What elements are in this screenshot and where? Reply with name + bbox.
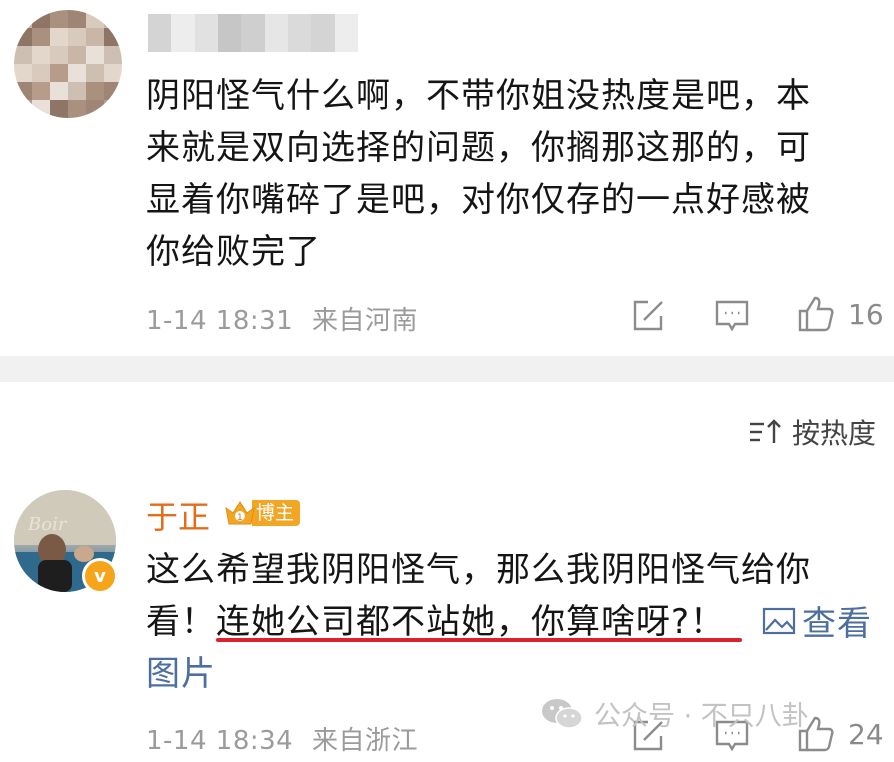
host-badge-label: 博主	[252, 500, 301, 526]
image-icon	[762, 607, 796, 634]
svg-text:1: 1	[237, 513, 243, 523]
like-count: 24	[848, 718, 884, 751]
comment-location: 来自河南	[311, 306, 418, 336]
comment-text: 这么希望我阴阳怪气，那么我阴阳怪气给你 看！连她公司都不站她，你算啥呀?！	[146, 544, 846, 648]
comment-line-prefix: 看！	[146, 602, 216, 642]
verified-badge-icon: v	[82, 558, 118, 594]
comment-location: 来自浙江	[311, 726, 418, 756]
comment-text: 阴阳怪气什么啊，不带你姐没热度是吧，本 来就是双向选择的问题，你搁那这那的，可 …	[146, 70, 846, 278]
like-count: 16	[848, 298, 884, 331]
section-divider	[0, 356, 894, 382]
crown-icon: 1	[222, 496, 258, 530]
comment-line: 显着你嘴碎了是吧，对你仅存的一点好感被	[146, 180, 811, 220]
comment-line: 阴阳怪气什么啊，不带你姐没热度是吧，本	[146, 76, 811, 116]
sort-by-hot-button[interactable]: 按热度	[748, 410, 876, 454]
host-badge: 1 博主	[222, 496, 301, 530]
reply-icon[interactable]	[714, 298, 750, 334]
comment-line: 来就是双向选择的问题，你搁那这那的，可	[146, 128, 811, 168]
view-image-label-cont[interactable]: 图片	[146, 648, 216, 700]
view-image-link[interactable]: 查看	[762, 596, 872, 645]
watermark: 公众号 · 不只八卦	[540, 694, 809, 733]
highlighted-text: 连她公司都不站她，你算啥呀?！	[216, 602, 726, 642]
comment-line: 这么希望我阴阳怪气，那么我阴阳怪气给你	[146, 550, 811, 590]
wechat-icon	[542, 698, 583, 729]
watermark-text: 公众号 · 不只八卦	[594, 701, 809, 732]
view-image-label: 查看	[802, 604, 872, 644]
comment-time: 1-14 18:31	[146, 306, 294, 336]
svg-text:Boir: Boir	[27, 514, 68, 535]
avatar[interactable]	[14, 10, 122, 118]
blurred-username[interactable]	[148, 14, 358, 52]
comment-meta: 1-14 18:31 来自河南	[146, 300, 418, 337]
comment-meta: 1-14 18:34 来自浙江	[146, 720, 418, 757]
like-icon[interactable]	[796, 294, 836, 334]
comment-time: 1-14 18:34	[146, 726, 294, 756]
sort-label: 按热度	[792, 417, 877, 450]
sort-icon	[750, 419, 781, 443]
comment-line: 你给败完了	[146, 232, 321, 272]
red-underline	[216, 638, 742, 642]
share-icon[interactable]	[630, 298, 666, 334]
username[interactable]: 于正	[146, 492, 210, 538]
